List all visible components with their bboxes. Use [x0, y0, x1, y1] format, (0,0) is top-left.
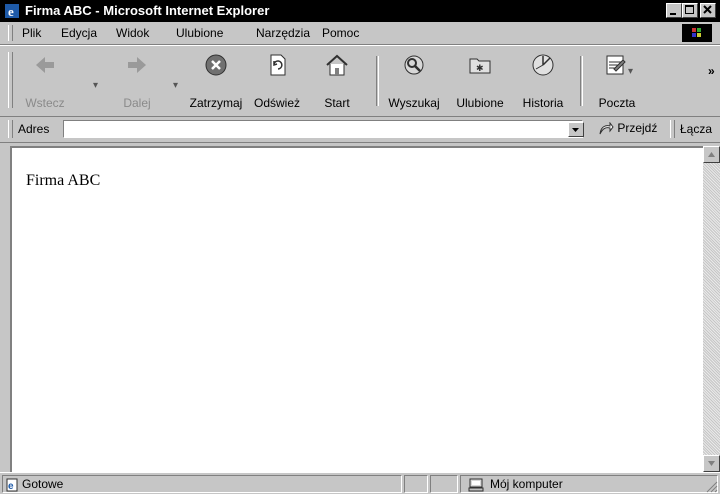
browser-window: e Firma ABC - Microsoft Internet Explore…: [0, 0, 720, 494]
home-label: Start: [324, 96, 350, 110]
menu-plik[interactable]: Plik: [22, 26, 41, 40]
forward-button[interactable]: Dalej: [110, 48, 164, 114]
refresh-button[interactable]: Odśwież: [250, 48, 304, 114]
computer-icon: [468, 478, 484, 492]
menu-bar: Plik Edycja Widok Ulubione Narzędzia Pom…: [0, 22, 720, 45]
links-toolbar[interactable]: Łącza: [680, 122, 712, 136]
stop-label: Zatrzymaj: [189, 96, 243, 110]
favorites-button[interactable]: ✱ Ulubione: [452, 48, 508, 114]
svg-text:✱: ✱: [476, 63, 484, 73]
home-button[interactable]: Start: [315, 48, 359, 114]
menu-ulubione[interactable]: Ulubione: [176, 26, 223, 40]
go-button[interactable]: Przejdź: [598, 121, 657, 136]
go-label: Przejdź: [617, 121, 658, 135]
toolbar-separator: [376, 56, 379, 106]
minimize-button[interactable]: [666, 3, 682, 18]
menu-edycja[interactable]: Edycja: [61, 26, 97, 40]
menu-narzedzia[interactable]: Narzędzia: [256, 26, 310, 40]
maximize-icon: [685, 5, 694, 14]
menu-grip[interactable]: [8, 25, 13, 41]
address-bar: Adres Przejdź Łącza: [0, 116, 720, 143]
search-button[interactable]: Wyszukaj: [384, 48, 444, 114]
vertical-scrollbar[interactable]: [703, 146, 720, 472]
toolbar-separator: [580, 56, 583, 106]
search-label: Wyszukaj: [388, 96, 440, 110]
scroll-down-button[interactable]: [703, 455, 720, 472]
mail-label: Poczta: [598, 96, 636, 110]
back-arrow-icon: [36, 57, 54, 73]
scroll-up-button[interactable]: [703, 146, 720, 163]
refresh-icon: [270, 54, 286, 76]
menu-widok[interactable]: Widok: [116, 26, 149, 40]
standard-toolbar: Wstecz ▾ Dalej ▾ Zatrzymaj Odśwież Start…: [0, 45, 720, 117]
back-label: Wstecz: [25, 96, 65, 110]
address-label: Adres: [18, 122, 50, 136]
forward-arrow-icon: [128, 57, 146, 73]
address-dropdown-button[interactable]: [568, 122, 584, 137]
search-icon: [404, 55, 424, 75]
svg-text:e: e: [8, 4, 14, 19]
window-title: Firma ABC - Microsoft Internet Explorer: [25, 3, 270, 18]
forward-label: Dalej: [123, 96, 151, 110]
back-button[interactable]: Wstecz: [18, 48, 72, 114]
ie-logo-icon: e: [5, 4, 19, 19]
status-bar: e Gotowe Mój komputer: [0, 472, 720, 495]
svg-text:e: e: [8, 481, 14, 492]
toolbar-grip[interactable]: [8, 52, 13, 108]
zone-text: Mój komputer: [490, 477, 563, 491]
menu-pomoc[interactable]: Pomoc: [322, 26, 359, 40]
status-panel-progress: [404, 475, 428, 493]
stop-button[interactable]: Zatrzymaj: [184, 48, 248, 114]
toolbar-more-chevron[interactable]: »: [708, 64, 715, 78]
status-text: Gotowe: [22, 477, 64, 491]
favorites-label: Ulubione: [456, 96, 504, 110]
maximize-button[interactable]: [682, 3, 698, 18]
forward-dropdown-icon[interactable]: ▾: [173, 80, 178, 91]
history-icon: [532, 54, 554, 76]
mail-dropdown-icon[interactable]: ▾: [628, 66, 633, 77]
home-icon: [326, 54, 348, 76]
refresh-label: Odśwież: [253, 96, 300, 110]
windows-logo-icon: [682, 24, 712, 42]
title-bar[interactable]: e Firma ABC - Microsoft Internet Explore…: [0, 0, 720, 22]
back-dropdown-icon[interactable]: ▾: [93, 80, 98, 91]
page-status-icon: e: [6, 478, 18, 492]
history-button[interactable]: Historia: [516, 48, 570, 114]
close-icon: [703, 5, 712, 14]
chevron-down-icon: [572, 128, 579, 132]
history-label: Historia: [522, 96, 564, 110]
links-grip[interactable]: [670, 120, 675, 138]
page-content[interactable]: Firma ABC: [10, 146, 703, 472]
scroll-up-icon: [708, 152, 715, 157]
go-arrow-icon: [599, 121, 614, 135]
mail-button[interactable]: Poczta: [590, 48, 644, 114]
mail-icon: [606, 55, 626, 75]
close-button[interactable]: [700, 3, 716, 18]
favorites-icon: ✱: [469, 58, 491, 74]
page-text: Firma ABC: [26, 172, 101, 189]
status-panel-secure: [430, 475, 458, 493]
address-input[interactable]: [63, 120, 583, 138]
address-grip[interactable]: [8, 120, 13, 138]
minimize-icon: [670, 13, 676, 15]
scroll-down-icon: [708, 461, 715, 466]
resize-grip-icon[interactable]: [704, 479, 718, 493]
stop-icon: [205, 54, 227, 76]
